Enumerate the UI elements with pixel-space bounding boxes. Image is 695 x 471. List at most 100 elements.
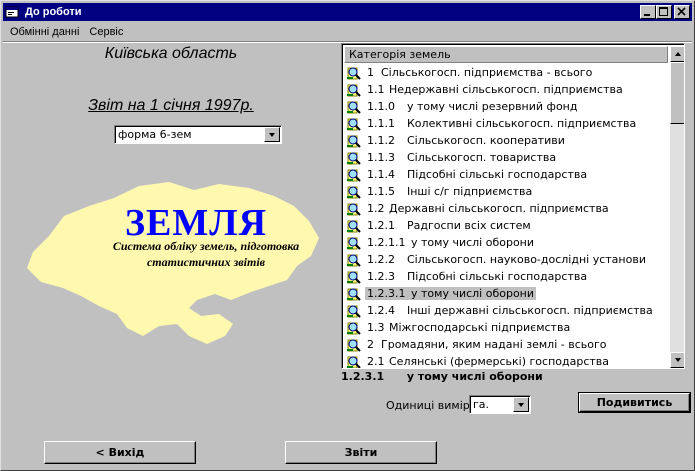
list-item-label: Селянські (фермерські) господарства bbox=[389, 355, 610, 368]
list-item[interactable]: 1.1.4 Підсобні сільські господарства bbox=[344, 166, 668, 183]
menu-exchange-data[interactable]: Обмінні данні bbox=[5, 26, 84, 38]
reports-button[interactable]: Звіти bbox=[285, 441, 437, 464]
list-item-label: Державні сільськогосп. підприємства bbox=[389, 202, 609, 215]
land-category-list[interactable]: Категорія земель 1 Сільськогосп. підприєм… bbox=[341, 43, 685, 369]
list-item-code: 1.1.2 bbox=[367, 134, 395, 147]
list-item[interactable]: 1.1.1 Колективні сільськогосп. підприємст… bbox=[344, 115, 668, 132]
list-item[interactable]: 1.3 Міжгосподарські підприємства bbox=[344, 319, 668, 336]
land-category-icon bbox=[346, 269, 362, 284]
list-item-code: 1.2.3 bbox=[367, 270, 395, 283]
list-item-label: у тому числі резервний фонд bbox=[407, 100, 578, 113]
list-item-text: 1.2.3 Підсобні сільські господарства bbox=[365, 270, 589, 283]
list-item-label: Підсобні сільські господарства bbox=[407, 270, 588, 283]
selected-category: 1.2.3.1 у тому числі оборони bbox=[341, 370, 543, 383]
list-item-text: 1.1.0 у тому числі резервний фонд bbox=[365, 100, 579, 113]
close-button[interactable] bbox=[674, 5, 690, 19]
list-item-code: 1.2.2 bbox=[367, 253, 395, 266]
logo-subtitle-line-2: статистичних звітів bbox=[146, 255, 266, 269]
list-item-text: 1.1.2 Сільськогосп. кооперативи bbox=[365, 134, 567, 147]
list-item-code: 1.1.4 bbox=[367, 168, 395, 181]
land-category-icon bbox=[346, 218, 362, 233]
list-item-text: 1.2.3.1 у тому числі оборони bbox=[365, 287, 537, 300]
view-button[interactable]: Подивитись bbox=[578, 392, 691, 413]
list-item[interactable]: 1.1.2 Сільськогосп. кооперативи bbox=[344, 132, 668, 149]
land-category-icon bbox=[346, 65, 362, 80]
list-item[interactable]: 1.2 Державні сільськогосп. підприємства bbox=[344, 200, 668, 217]
list-item-label: Громадяни, яким надані землі - всього bbox=[381, 338, 607, 351]
list-item[interactable]: 1.2.3.1 у тому числі оборони bbox=[344, 285, 668, 302]
scroll-up-button[interactable] bbox=[670, 46, 684, 62]
chevron-down-icon[interactable] bbox=[513, 397, 529, 412]
title-bar[interactable]: До роботи bbox=[3, 3, 692, 21]
land-category-icon bbox=[346, 184, 362, 199]
land-category-icon bbox=[346, 235, 362, 250]
list-item-code: 1.1 bbox=[367, 83, 385, 96]
list-item-code: 2 bbox=[367, 338, 374, 351]
minimize-icon bbox=[644, 14, 650, 16]
list-item-label: Сільськогосп. кооперативи bbox=[407, 134, 565, 147]
chevron-down-icon[interactable] bbox=[264, 127, 280, 142]
list-item[interactable]: 1.2.1 Радгоспи всіх систем bbox=[344, 217, 668, 234]
list-item[interactable]: 1.2.1.1 у тому числі оборони bbox=[344, 234, 668, 251]
list-item-label: Підсобні сільські господарства bbox=[407, 168, 588, 181]
land-category-icon bbox=[346, 337, 362, 352]
list-item[interactable]: 1.2.4 Інші державні сільськогосп. підприє… bbox=[344, 302, 668, 319]
list-item-label: Міжгосподарські підприємства bbox=[389, 321, 571, 334]
form-select-value: форма 6-зем bbox=[118, 128, 192, 141]
minimize-button[interactable] bbox=[640, 5, 656, 19]
menu-service[interactable]: Сервіс bbox=[84, 26, 128, 38]
list-rows: 1 Сільськогосп. підприємства - всього 1.1 Н… bbox=[344, 64, 668, 368]
form-select[interactable]: форма 6-зем bbox=[114, 125, 282, 144]
list-item-text: 1.2.4 Інші державні сільськогосп. підприє… bbox=[365, 304, 655, 317]
land-category-icon bbox=[346, 99, 362, 114]
list-item-label: Недержавні сільськогосп. підприємства bbox=[389, 83, 623, 96]
list-item[interactable]: 1.1 Недержавні сільськогосп. підприємства bbox=[344, 81, 668, 98]
land-category-icon bbox=[346, 167, 362, 182]
list-item[interactable]: 1.1.3 Сільськогосп. товариства bbox=[344, 149, 668, 166]
list-item-label: Інші с/г підприємства bbox=[407, 185, 533, 198]
menu-bar: Обмінні данні Сервіс bbox=[5, 23, 128, 41]
scroll-thumb[interactable] bbox=[670, 62, 684, 124]
list-item[interactable]: 2 Громадяни, яким надані землі - всього bbox=[344, 336, 668, 353]
land-category-icon bbox=[346, 201, 362, 216]
scroll-down-button[interactable] bbox=[670, 352, 684, 368]
app-icon[interactable] bbox=[5, 5, 21, 19]
list-scrollbar[interactable] bbox=[670, 46, 684, 368]
list-item-label: Колективні сільськогосп. підприємства bbox=[407, 117, 637, 130]
list-item-text: 1.1.5 Інші с/г підприємства bbox=[365, 185, 534, 198]
list-item-label: Радгоспи всіх систем bbox=[407, 219, 531, 232]
list-item[interactable]: 2.1 Селянські (фермерські) господарства bbox=[344, 353, 668, 368]
exit-button[interactable]: < Вихід bbox=[44, 441, 196, 464]
maximize-button[interactable] bbox=[656, 5, 672, 19]
list-item-code: 1.1.5 bbox=[367, 185, 395, 198]
land-category-icon bbox=[346, 354, 362, 368]
list-item-code: 2.1 bbox=[367, 355, 385, 368]
list-item-code: 1.2.4 bbox=[367, 304, 395, 317]
selected-category-label: у тому числі оборони bbox=[406, 370, 543, 383]
list-item-code: 1.2 bbox=[367, 202, 385, 215]
land-category-icon bbox=[346, 252, 362, 267]
list-item[interactable]: 1 Сільськогосп. підприємства - всього bbox=[344, 64, 668, 81]
list-item-code: 1.1.3 bbox=[367, 151, 395, 164]
list-item[interactable]: 1.2.2 Сільськогосп. науково-дослідні уста… bbox=[344, 251, 668, 268]
units-select[interactable]: га. bbox=[469, 395, 531, 414]
list-item-text: 1.1 Недержавні сільськогосп. підприємства bbox=[365, 83, 625, 96]
land-category-icon bbox=[346, 320, 362, 335]
region-title: Київська область bbox=[104, 45, 238, 62]
list-column-header[interactable]: Категорія земель bbox=[344, 46, 668, 63]
land-category-icon bbox=[346, 82, 362, 97]
land-category-icon bbox=[346, 133, 362, 148]
land-category-icon bbox=[346, 286, 362, 301]
list-item[interactable]: 1.1.0 у тому числі резервний фонд bbox=[344, 98, 668, 115]
selected-category-code: 1.2.3.1 bbox=[341, 370, 385, 383]
maximize-icon bbox=[659, 7, 668, 16]
list-item[interactable]: 1.2.3 Підсобні сільські господарства bbox=[344, 268, 668, 285]
list-item[interactable]: 1.1.5 Інші с/г підприємства bbox=[344, 183, 668, 200]
land-category-icon bbox=[346, 150, 362, 165]
report-title: Звіт на 1 січня 1997р. bbox=[88, 97, 254, 114]
list-item-text: 1.2.2 Сільськогосп. науково-дослідні уста… bbox=[365, 253, 648, 266]
list-item-text: 2.1 Селянські (фермерські) господарства bbox=[365, 355, 611, 368]
list-item-text: 1.3 Міжгосподарські підприємства bbox=[365, 321, 572, 334]
list-item-code: 1.2.1 bbox=[367, 219, 395, 232]
window-controls bbox=[640, 5, 690, 19]
